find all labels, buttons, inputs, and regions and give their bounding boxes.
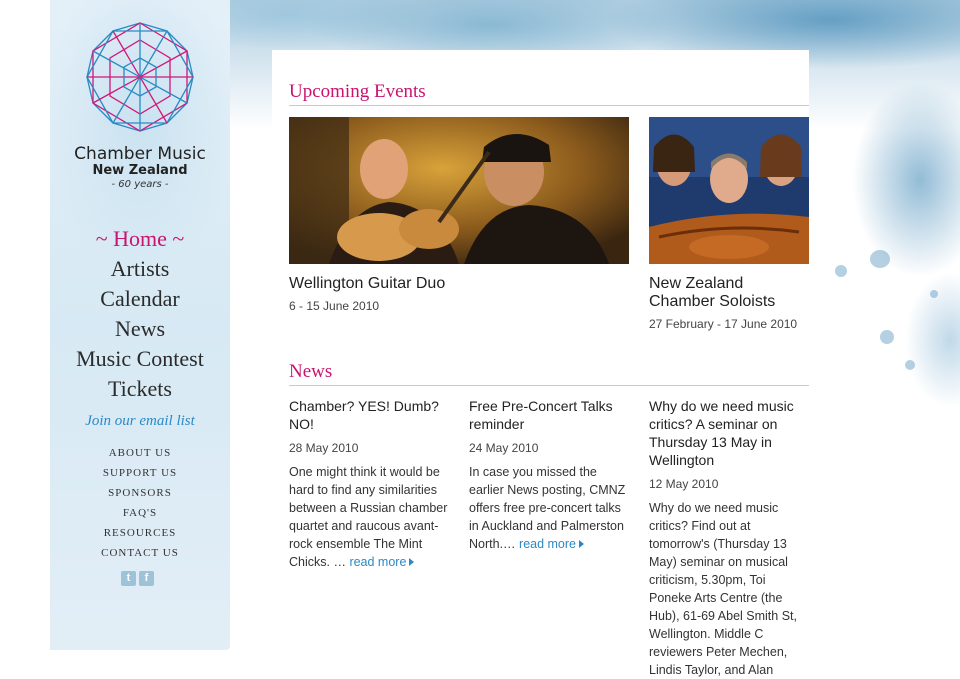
paint-dot <box>870 250 890 268</box>
read-more-link[interactable]: read more <box>519 537 585 551</box>
nav-music-contest[interactable]: Music Contest <box>50 344 230 374</box>
news-excerpt: One might think it would be hard to find… <box>289 463 449 571</box>
nav-sponsors[interactable]: SPONSORS <box>50 483 230 503</box>
brand-country: New Zealand <box>92 163 188 178</box>
nav-calendar[interactable]: Calendar <box>50 284 230 314</box>
nav-artists[interactable]: Artists <box>50 254 230 284</box>
event-photo-guitar-duo[interactable] <box>289 117 629 264</box>
nav-faqs[interactable]: FAQ'S <box>50 503 230 523</box>
news-title[interactable]: Why do we need music critics? A seminar … <box>649 397 804 469</box>
event-title[interactable]: Wellington Guitar Duo <box>289 275 619 293</box>
divider <box>289 385 809 386</box>
news-item: Free Pre-Concert Talks reminder 24 May 2… <box>469 397 629 553</box>
nav-news[interactable]: News <box>50 314 230 344</box>
nav-home[interactable]: ~ Home ~ <box>50 224 230 254</box>
news-body: One might think it would be hard to find… <box>289 465 448 569</box>
logo-icon[interactable] <box>84 20 196 134</box>
news-title[interactable]: Free Pre-Concert Talks reminder <box>469 397 629 433</box>
arrow-right-icon <box>579 540 585 548</box>
secondary-nav: ABOUT US SUPPORT US SPONSORS FAQ'S RESOU… <box>50 443 230 563</box>
nav-contact-us[interactable]: CONTACT US <box>50 543 230 563</box>
paint-dot <box>905 360 915 370</box>
event-title[interactable]: New Zealand Chamber Soloists <box>649 275 799 311</box>
nav-resources[interactable]: RESOURCES <box>50 523 230 543</box>
event-photo-chamber-soloists[interactable] <box>649 117 809 264</box>
news-date: 28 May 2010 <box>289 441 359 455</box>
twitter-icon[interactable]: t <box>121 571 136 586</box>
email-list-link[interactable]: Join our email list <box>50 413 230 430</box>
social-links: tf <box>121 568 157 586</box>
divider <box>289 105 809 106</box>
event-date: 6 - 15 June 2010 <box>289 299 380 313</box>
watercolor-right <box>800 40 960 440</box>
paint-dot <box>930 290 938 298</box>
event-date: 27 February - 17 June 2010 <box>649 317 798 331</box>
brand-tagline: - 60 years - <box>111 179 169 190</box>
news-item: Why do we need music critics? A seminar … <box>649 397 804 679</box>
read-more-link[interactable]: read more <box>349 555 415 569</box>
news-date: 12 May 2010 <box>649 477 719 491</box>
brand-name: Chamber Music <box>74 144 206 164</box>
upcoming-events-heading: Upcoming Events <box>289 81 426 102</box>
news-body: Why do we need music critics? Find out a… <box>649 501 797 677</box>
arrow-right-icon <box>409 558 415 566</box>
news-title[interactable]: Chamber? YES! Dumb? NO! <box>289 397 449 433</box>
paint-dot <box>880 330 894 344</box>
nav-tickets[interactable]: Tickets <box>50 374 230 404</box>
nav-support-us[interactable]: SUPPORT US <box>50 463 230 483</box>
news-item: Chamber? YES! Dumb? NO! 28 May 2010 One … <box>289 397 449 571</box>
news-excerpt: In case you missed the earlier News post… <box>469 463 629 553</box>
nav-about-us[interactable]: ABOUT US <box>50 443 230 463</box>
news-date: 24 May 2010 <box>469 441 539 455</box>
paint-dot <box>835 265 847 277</box>
news-heading: News <box>289 361 333 382</box>
main-nav: ~ Home ~ Artists Calendar News Music Con… <box>50 224 230 404</box>
facebook-icon[interactable]: f <box>139 571 154 586</box>
